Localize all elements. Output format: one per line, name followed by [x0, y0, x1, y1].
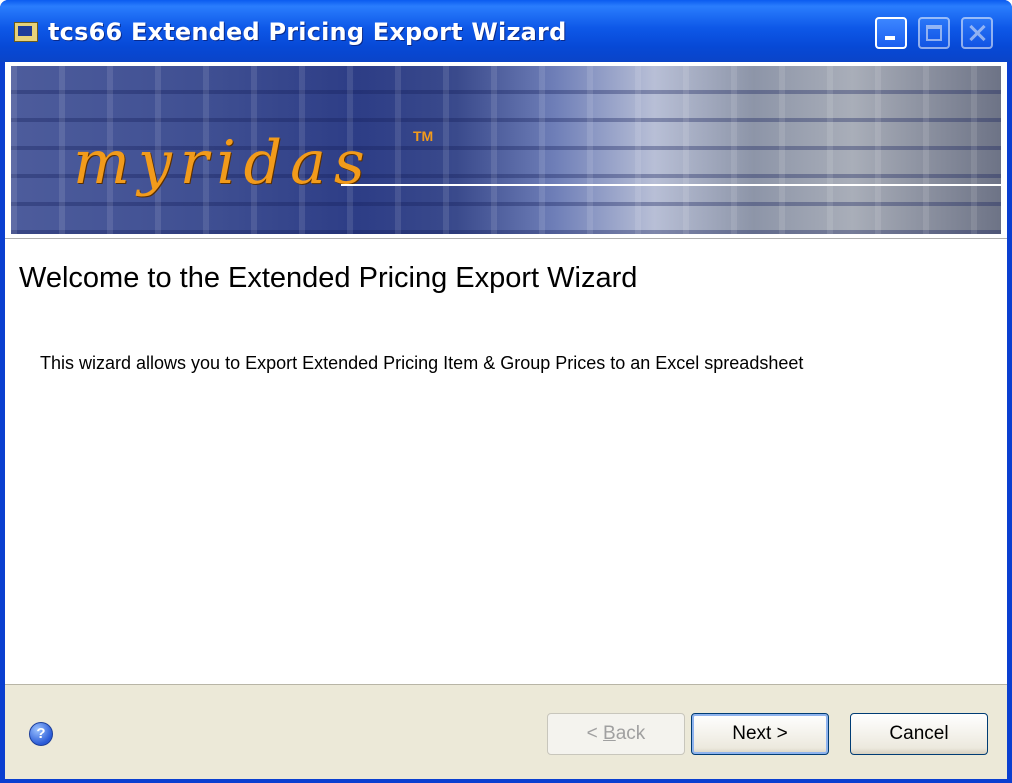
- trademark-mark: TM: [413, 128, 434, 144]
- back-button[interactable]: < Back: [547, 713, 685, 755]
- minimize-button[interactable]: [875, 17, 907, 49]
- cancel-button[interactable]: Cancel: [850, 713, 988, 755]
- banner-separator: [5, 238, 1007, 239]
- myridas-logo: myridas: [73, 128, 373, 198]
- maximize-button[interactable]: [918, 17, 950, 49]
- wizard-description: This wizard allows you to Export Extende…: [40, 353, 804, 373]
- back-button-accel: B: [603, 723, 616, 744]
- app-icon[interactable]: [14, 22, 38, 42]
- wizard-window: tcs66 Extended Pricing Export Wizard myr…: [0, 0, 1012, 783]
- help-icon[interactable]: ?: [29, 722, 53, 746]
- next-button[interactable]: Next >: [691, 713, 829, 755]
- title-bar[interactable]: tcs66 Extended Pricing Export Wizard: [0, 0, 1012, 62]
- close-button[interactable]: [961, 17, 993, 49]
- back-button-suffix: ack: [615, 723, 646, 744]
- page-title: Welcome to the Extended Pricing Export W…: [19, 262, 638, 294]
- button-bar: ? < Back Next > Cancel: [5, 684, 1007, 779]
- window-title: tcs66 Extended Pricing Export Wizard: [48, 18, 567, 46]
- banner-divider: [341, 184, 1001, 186]
- back-button-prefix: <: [586, 723, 604, 744]
- banner-image: myridas TM: [11, 66, 1001, 234]
- wizard-content: myridas TM Welcome to the Extended Prici…: [5, 62, 1007, 779]
